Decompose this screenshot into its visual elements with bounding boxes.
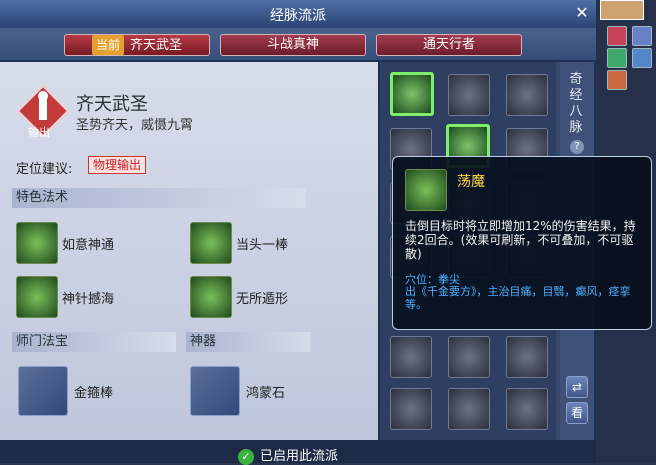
title-bar: 经脉流派 ✕ (0, 0, 596, 29)
view-button[interactable]: 看 (566, 402, 588, 424)
meridian-node[interactable] (448, 336, 490, 378)
meridian-node[interactable] (506, 336, 548, 378)
meridian-node[interactable] (390, 388, 432, 430)
position-badge: 物理输出 (88, 156, 147, 174)
tooltip-description: 击倒目标时将立即增加12%的伤害结果，持续2回合。(效果可刷新，不可叠加，不可驱… (405, 219, 636, 261)
skill-name: 如意神通 (62, 238, 115, 253)
meridian-node[interactable] (448, 74, 490, 116)
orb-icon[interactable] (607, 48, 627, 68)
skill-item[interactable]: 当头一棒 (190, 222, 360, 264)
tooltip-source: 出《千金要方》，主治目痛，目翳，癫风，痉挛等。 (405, 285, 631, 311)
avatar[interactable] (600, 0, 644, 20)
skill-item[interactable]: 如意神通 (16, 222, 186, 264)
treasure-name: 金箍棒 (74, 386, 114, 401)
meridian-node[interactable] (506, 74, 548, 116)
golden-staff-icon (18, 366, 68, 416)
heart-icon[interactable] (607, 26, 627, 46)
enabled-text: 已启用此流派 (260, 449, 339, 464)
meridian-node[interactable] (448, 388, 490, 430)
skill-icon (190, 276, 232, 318)
tab-qitian-wusheng[interactable]: 当前 齐天武圣 (64, 34, 210, 56)
position-label: 定位建议: (16, 162, 73, 177)
help-icon[interactable]: ? (570, 140, 584, 154)
school-desc: 圣势齐天，威慑九霄 (76, 118, 194, 133)
artifact-name: 鸿蒙石 (246, 386, 286, 401)
skill-icon (405, 169, 447, 211)
swap-button[interactable]: ⇄ (566, 376, 588, 398)
meridian-node[interactable] (506, 388, 548, 430)
gem-icon[interactable] (632, 26, 652, 46)
skill-icon (190, 222, 232, 264)
features-header: 特色法术 (12, 188, 306, 208)
tab-label: 斗战真神 (266, 37, 319, 52)
close-icon[interactable]: ✕ (574, 5, 590, 21)
skill-icon (16, 222, 58, 264)
skill-name: 神针撼海 (62, 292, 115, 307)
footer-bar: ✓ 已启用此流派 (0, 440, 596, 465)
school-info-panel: 输出 齐天武圣 圣势齐天，威慑九霄 定位建议: 物理输出 特色法术 如意神通 当… (0, 62, 378, 440)
artifact-header: 神器 (186, 332, 310, 352)
hongmeng-stone-icon (190, 366, 240, 416)
tab-label: 齐天武圣 (130, 38, 183, 53)
tooltip-skill-name: 荡魔 (457, 174, 485, 190)
school-name: 齐天武圣 (76, 94, 148, 115)
orb-icon[interactable] (632, 48, 652, 68)
current-badge: 当前 (91, 35, 124, 55)
window-title: 经脉流派 (270, 8, 326, 24)
badge-text: 输出 (28, 126, 50, 139)
skill-icon (16, 276, 58, 318)
meridian-label: 奇经八脉 (569, 72, 583, 135)
tab-tongtian-xingzhe[interactable]: 通天行者 (376, 34, 522, 56)
treasure-header: 师门法宝 (12, 332, 176, 352)
meridian-node[interactable] (390, 72, 434, 116)
school-tabs: 当前 齐天武圣 斗战真神 通天行者 (0, 28, 596, 60)
flame-icon[interactable] (607, 70, 627, 90)
school-badge-icon: 输出 (16, 84, 70, 140)
skill-item[interactable]: 神针撼海 (16, 276, 186, 318)
meridian-node[interactable] (390, 336, 432, 378)
skill-name: 无所遁形 (236, 292, 289, 307)
tab-douzhan-zhenshen[interactable]: 斗战真神 (220, 34, 366, 56)
skill-name: 当头一棒 (236, 238, 289, 253)
enabled-status: ✓ 已启用此流派 (238, 445, 338, 465)
tab-label: 通天行者 (422, 37, 475, 52)
artifact-item[interactable]: 鸿蒙石 (190, 366, 360, 416)
skill-tooltip: 荡魔 击倒目标时将立即增加12%的伤害结果，持续2回合。(效果可刷新，不可叠加，… (392, 156, 652, 330)
skill-item[interactable]: 无所遁形 (190, 276, 360, 318)
treasure-item[interactable]: 金箍棒 (18, 366, 188, 416)
